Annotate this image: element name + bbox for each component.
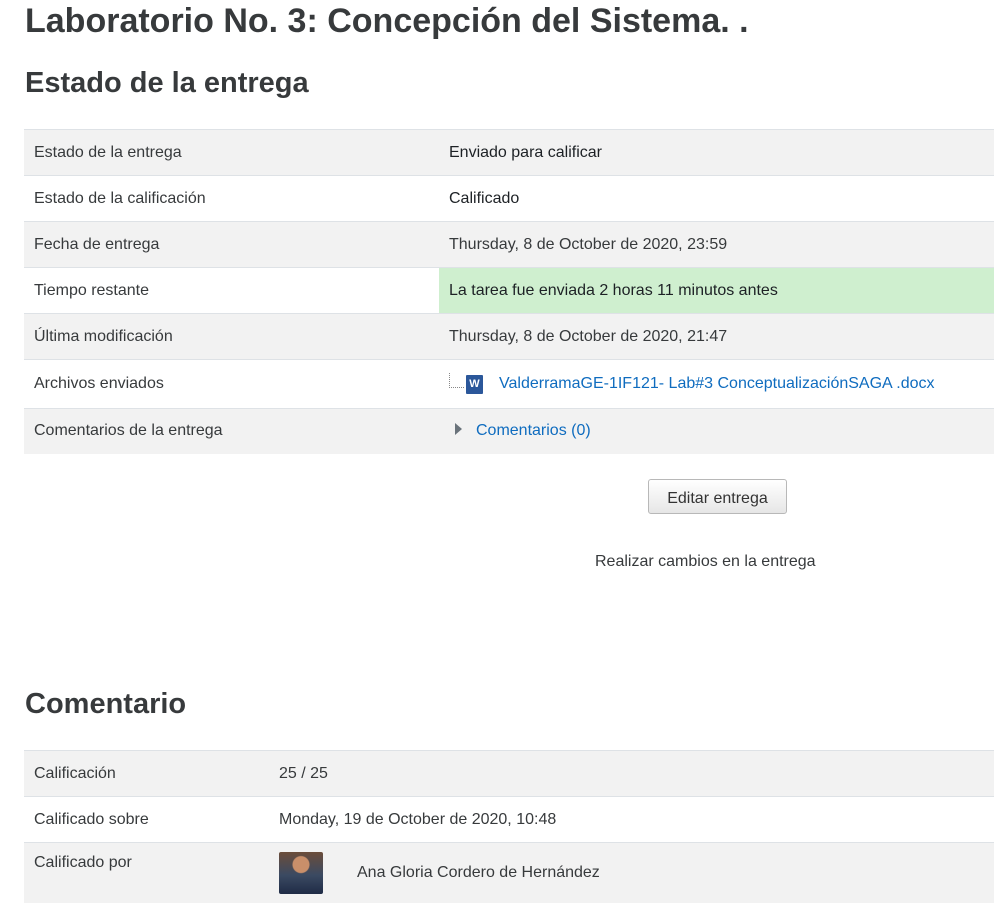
grading-status-value: Calificado [439,175,994,222]
submission-status-heading: Estado de la entrega [25,67,309,99]
comments-link[interactable]: Comentarios (0) [476,422,591,439]
row-label: Estado de la entrega [24,129,439,176]
row-label: Tiempo restante [24,267,439,314]
submitted-files-cell: W ValderramaGE-1IF121- Lab#3 Conceptuali… [439,359,994,409]
row-label: Fecha de entrega [24,221,439,268]
feedback-table: Calificación 25 / 25 Calificado sobre Mo… [24,750,994,903]
table-row: Fecha de entrega Thursday, 8 de October … [24,221,994,268]
page-title: Laboratorio No. 3: Concepción del Sistem… [25,2,749,40]
edit-submission-hint: Realizar cambios en la entrega [595,553,816,570]
due-date-value: Thursday, 8 de October de 2020, 23:59 [439,221,994,268]
table-row: Última modificación Thursday, 8 de Octob… [24,313,994,360]
grader-avatar[interactable] [279,851,323,894]
row-label: Última modificación [24,313,439,360]
submission-status-table: Estado de la entrega Enviado para califi… [24,129,994,454]
submission-comments-cell: Comentarios (0) [439,408,994,454]
file-entry: W ValderramaGE-1IF121- Lab#3 Conceptuali… [449,372,984,394]
graded-on-value: Monday, 19 de October de 2020, 10:48 [269,796,994,843]
table-row: Archivos enviados W ValderramaGE-1IF121-… [24,359,994,409]
graded-by-cell: Ana Gloria Cordero de Hernández [269,842,994,903]
expand-triangle-icon[interactable] [455,423,462,436]
row-label: Calificación [24,750,269,797]
submission-status-value: Enviado para calificar [439,129,994,176]
word-doc-icon: W [466,374,483,394]
table-row: Comentarios de la entrega Comentarios (0… [24,408,994,454]
row-label: Estado de la calificación [24,175,439,222]
table-row: Calificación 25 / 25 [24,750,994,797]
tree-connector [449,372,464,388]
table-row: Estado de la entrega Enviado para califi… [24,129,994,176]
time-remaining-value: La tarea fue enviada 2 horas 11 minutos … [439,267,994,314]
table-row: Calificado sobre Monday, 19 de October d… [24,796,994,843]
row-label: Comentarios de la entrega [24,408,439,454]
row-label: Archivos enviados [24,359,439,409]
table-row: Estado de la calificación Calificado [24,175,994,222]
row-label: Calificado por [24,842,269,903]
table-row: Tiempo restante La tarea fue enviada 2 h… [24,267,994,314]
table-row: Calificado por Ana Gloria Cordero de Her… [24,842,994,903]
grader-name: Ana Gloria Cordero de Hernández [357,863,600,881]
feedback-heading: Comentario [25,688,187,720]
grade-value: 25 / 25 [269,750,994,797]
last-modified-value: Thursday, 8 de October de 2020, 21:47 [439,313,994,360]
submitted-file-link[interactable]: ValderramaGE-1IF121- Lab#3 Conceptualiza… [499,375,935,393]
row-label: Calificado sobre [24,796,269,843]
edit-submission-button[interactable]: Editar entrega [648,479,787,514]
